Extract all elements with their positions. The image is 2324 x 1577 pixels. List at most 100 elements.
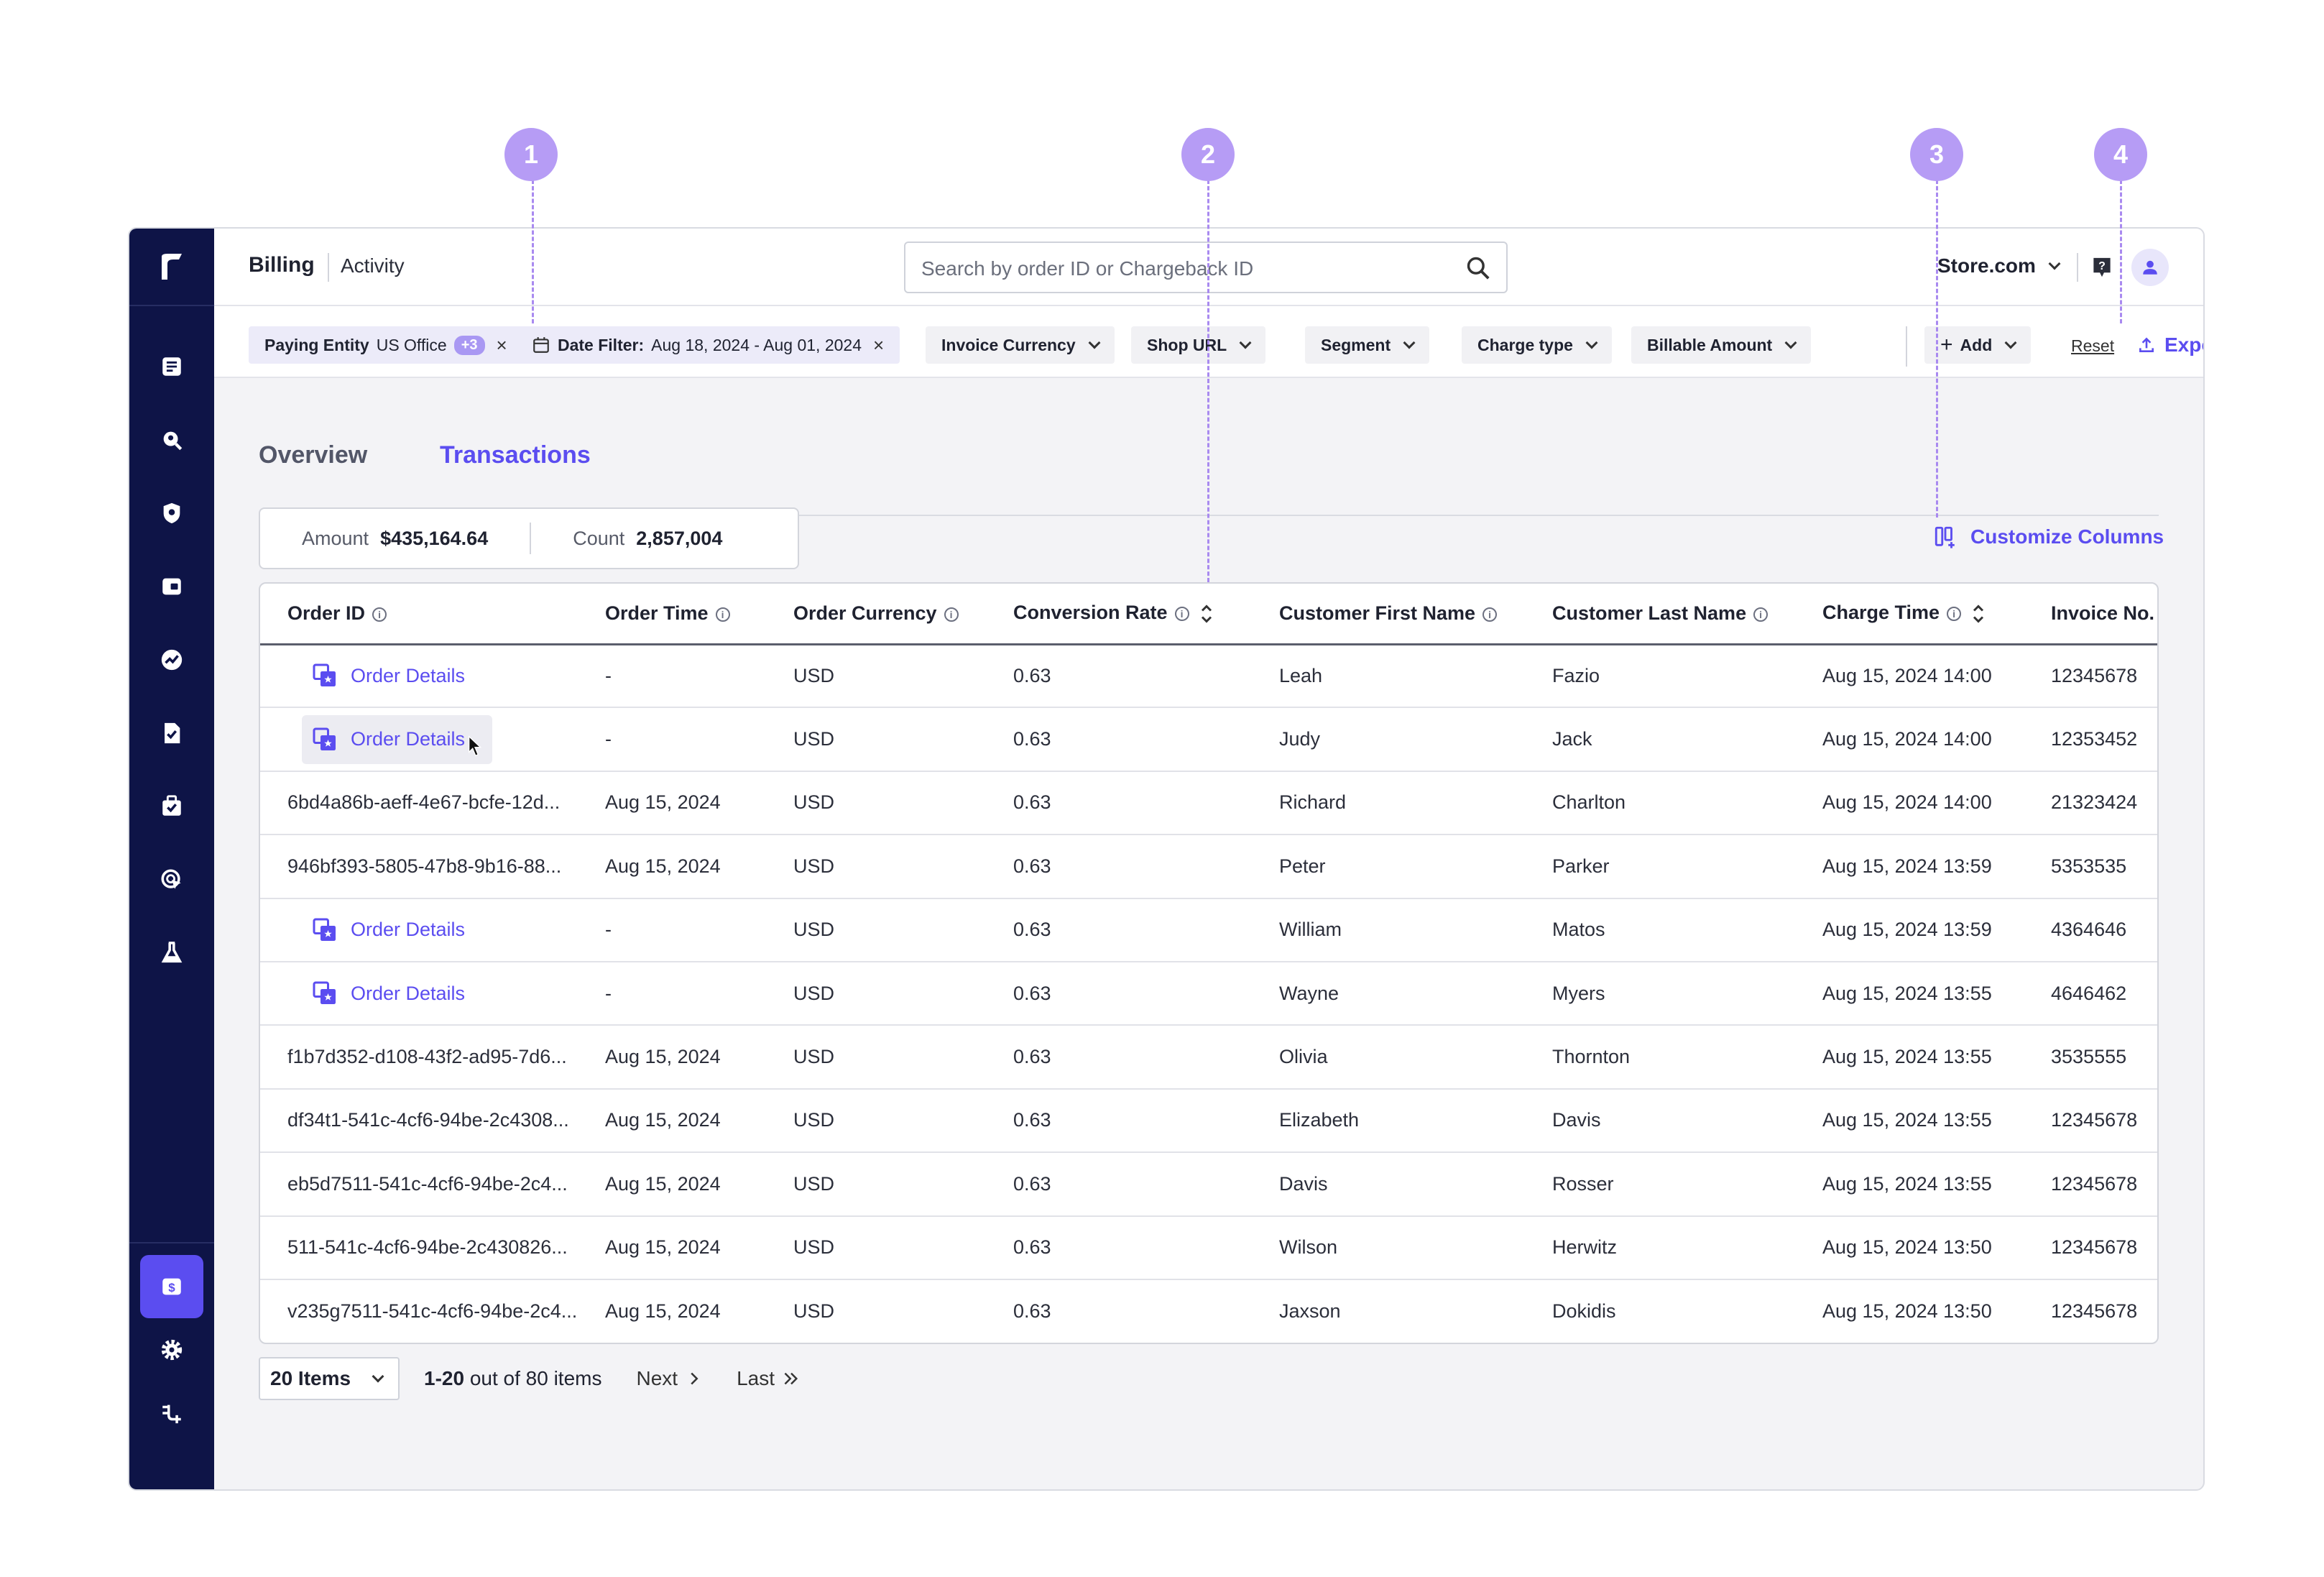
table-cell: Aug 15, 2024 — [578, 1215, 766, 1280]
table-cell: 0.63 — [986, 1152, 1252, 1217]
charge-type-filter[interactable]: Charge type — [1462, 326, 1612, 364]
charge-type-label: Charge type — [1477, 335, 1573, 354]
table-cell: 21323424 — [2024, 771, 2157, 836]
close-icon[interactable]: × — [497, 334, 507, 357]
table-cell: Elizabeth — [1252, 1088, 1525, 1154]
table-cell: Order Details — [260, 644, 578, 709]
table-cell: Aug 15, 2024 — [578, 1025, 766, 1090]
sort-icon[interactable] — [1199, 603, 1214, 625]
help-icon[interactable]: ? — [2091, 256, 2113, 279]
info-icon[interactable]: i — [1483, 607, 1498, 622]
info-icon[interactable]: i — [715, 607, 730, 622]
column-header[interactable]: Invoice No. — [2024, 584, 2157, 645]
table-row[interactable]: Order Details - USD 0.63 Judy Jack Aug 15, 202… — [260, 707, 2157, 772]
items-per-page-select[interactable]: 20 Items — [259, 1357, 400, 1400]
search-input[interactable]: Search by order ID or Chargeback ID — [904, 242, 1508, 293]
app-logo[interactable] — [129, 229, 214, 306]
column-header[interactable]: Customer First Name i — [1252, 584, 1525, 645]
column-header[interactable]: Order ID i — [260, 584, 578, 645]
reset-link[interactable]: Reset — [2071, 336, 2114, 356]
table-cell: Aug 15, 2024 13:55 — [1795, 1152, 2024, 1217]
shield-icon[interactable] — [150, 492, 193, 535]
table-cell: Aug 15, 2024 13:55 — [1795, 961, 2024, 1026]
table-row[interactable]: 6bd4a86b-aeff-4e67-bcfe-12d... Aug 15, 20… — [260, 771, 2157, 836]
table-cell: Order Details — [260, 961, 578, 1026]
table-cell: v235g7511-541c-4cf6-94be-2c4... — [287, 1300, 578, 1323]
column-header[interactable]: Charge Time i — [1795, 584, 2024, 645]
table-cell: 0.63 — [986, 707, 1252, 772]
column-header[interactable]: Conversion Rate i — [986, 584, 1252, 645]
paying-entity-filter[interactable]: Paying Entity US Office +3 × — [249, 326, 523, 364]
store-name: Store.com — [1937, 254, 2036, 277]
next-page-button[interactable]: Next — [636, 1367, 699, 1390]
table-cell: USD — [766, 1025, 986, 1090]
table-row[interactable]: Order Details - USD 0.63 Leah Fazio Aug 15, 20… — [260, 644, 2157, 709]
column-header[interactable]: Order Time i — [578, 584, 766, 645]
sort-icon[interactable] — [1971, 603, 1986, 625]
plug-icon[interactable] — [150, 1392, 193, 1435]
amount-label: Amount — [302, 527, 369, 549]
table-cell: Jack — [1525, 707, 1795, 772]
segment-filter[interactable]: Segment — [1305, 326, 1430, 364]
target-cursor-icon[interactable] — [150, 858, 193, 901]
billable-amount-filter[interactable]: Billable Amount — [1631, 326, 1812, 364]
tab-transactions[interactable]: Transactions — [440, 441, 591, 469]
table-cell: Aug 15, 2024 13:59 — [1795, 835, 2024, 899]
column-header[interactable]: Customer Last Name i — [1525, 584, 1795, 645]
trend-icon[interactable] — [150, 638, 193, 681]
invoice-currency-filter[interactable]: Invoice Currency — [926, 326, 1115, 364]
tab-overview[interactable]: Overview — [259, 441, 367, 469]
table-cell: Wilson — [1252, 1215, 1525, 1280]
table-row[interactable]: Order Details - USD 0.63 Wayne Myers Aug 15, 2… — [260, 961, 2157, 1026]
order-details-link[interactable]: Order Details — [302, 910, 475, 950]
search-icon[interactable] — [1465, 254, 1492, 282]
add-filter-button[interactable]: + Add — [1924, 326, 2032, 364]
table-cell: Charlton — [1525, 771, 1795, 836]
table-cell: Peter — [1252, 835, 1525, 899]
marker-4: 4 — [2094, 128, 2147, 181]
table-cell: USD — [766, 961, 986, 1026]
info-icon[interactable]: i — [1947, 607, 1962, 622]
table-row[interactable]: 511-541c-4cf6-94be-2c430826... Aug 15, 20… — [260, 1215, 2157, 1280]
table-row[interactable]: 946bf393-5805-47b8-9b16-88... Aug 15, 202… — [260, 835, 2157, 899]
shop-url-label: Shop URL — [1147, 335, 1227, 354]
table-cell: 0.63 — [986, 898, 1252, 962]
table-row[interactable]: Order Details - USD 0.63 William Matos Aug 15,… — [260, 898, 2157, 962]
billing-dollar-icon[interactable]: $ — [140, 1255, 203, 1318]
wallet-icon[interactable] — [150, 565, 193, 608]
lab-flask-icon[interactable] — [150, 932, 193, 975]
reports-icon[interactable] — [150, 345, 193, 388]
date-filter[interactable]: Date Filter: Aug 18, 2024 - Aug 01, 2024… — [516, 326, 900, 364]
table-cell: 946bf393-5805-47b8-9b16-88... — [260, 835, 578, 899]
order-details-link[interactable]: Order Details — [302, 973, 475, 1013]
order-details-icon — [313, 918, 336, 941]
column-header[interactable]: Order Currency i — [766, 584, 986, 645]
briefcase-icon[interactable] — [150, 785, 193, 828]
table-cell: Herwitz — [1525, 1215, 1795, 1280]
gear-icon[interactable] — [150, 1328, 193, 1371]
info-icon[interactable]: i — [372, 607, 387, 622]
customize-columns-button[interactable]: Customize Columns — [1933, 525, 2164, 549]
order-details-link[interactable]: Order Details — [302, 714, 493, 764]
table-row[interactable]: f1b7d352-d108-43f2-ad95-7d6... Aug 15, 20… — [260, 1025, 2157, 1090]
shop-url-filter[interactable]: Shop URL — [1131, 326, 1266, 364]
table-row[interactable]: eb5d7511-541c-4cf6-94be-2c4... Aug 15, 20… — [260, 1152, 2157, 1217]
last-page-button[interactable]: Last — [737, 1367, 799, 1390]
table-cell: Olivia — [1252, 1025, 1525, 1090]
info-icon[interactable]: i — [1753, 607, 1769, 622]
order-details-link[interactable]: Order Details — [302, 656, 475, 696]
store-selector[interactable]: Store.com — [1937, 254, 2061, 277]
table-row[interactable]: df34t1-541c-4cf6-94be-2c4308... Aug 15, 2… — [260, 1088, 2157, 1154]
document-check-icon[interactable] — [150, 712, 193, 755]
avatar[interactable] — [2131, 249, 2169, 286]
close-icon[interactable]: × — [873, 334, 884, 357]
amount-summary: Amount $435,164.64 — [260, 528, 530, 550]
table-cell: 12345678 — [2051, 1300, 2138, 1323]
search-icon[interactable] — [150, 418, 193, 461]
table-row[interactable]: v235g7511-541c-4cf6-94be-2c4... Aug 15, 2… — [260, 1279, 2157, 1343]
table-cell: USD — [766, 1152, 986, 1217]
export-button[interactable]: Export — [2137, 334, 2203, 357]
info-icon[interactable]: i — [944, 607, 959, 622]
info-icon[interactable]: i — [1174, 607, 1189, 622]
count-value: 2,857,004 — [636, 527, 723, 549]
